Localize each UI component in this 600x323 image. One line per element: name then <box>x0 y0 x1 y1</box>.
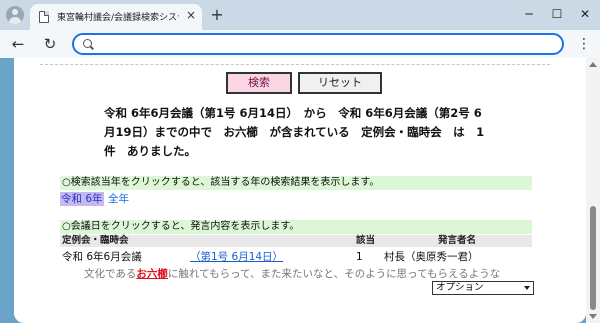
browser-menu-icon[interactable]: ⋮ <box>574 34 594 54</box>
scrollbar-thumb[interactable] <box>590 206 596 310</box>
minimize-button[interactable]: ─ <box>516 4 542 24</box>
page-content: 検索 リセット 令和 6年6月会議（第1号 6月14日） から 令和 6年6月会… <box>14 58 586 323</box>
year-section-instruction: ○検索該当年をクリックすると、該当する年の検索結果を表示します。 <box>60 176 532 190</box>
back-button[interactable]: ← <box>8 34 28 54</box>
scroll-down-arrow-icon[interactable] <box>589 314 597 319</box>
column-header-session: 定例会・臨時会 <box>62 235 129 246</box>
tab-strip: 東宮輪村議会/会議録検索システム × + ─ ☐ ✕ <box>0 0 600 30</box>
option-select-value: オプション <box>436 282 484 293</box>
divider <box>40 64 550 65</box>
scroll-up-arrow-icon[interactable] <box>589 62 597 67</box>
address-input[interactable] <box>100 37 550 51</box>
option-select[interactable]: オプション <box>432 281 534 295</box>
reset-button[interactable]: リセット <box>298 72 382 94</box>
meeting-date-link[interactable]: （第1号 6月14日） <box>190 249 283 265</box>
year-link-all[interactable]: 全年 <box>108 192 129 206</box>
results-section-instruction: ○会議日をクリックすると、発言内容を表示します。 <box>60 220 532 234</box>
profile-avatar-icon[interactable] <box>6 6 24 24</box>
tab-close-icon[interactable]: × <box>184 8 198 22</box>
browser-chrome: 東宮輪村議会/会議録検索システム × + ─ ☐ ✕ ← ↻ ⋮ <box>0 0 600 58</box>
browser-toolbar: ← ↻ ⋮ <box>0 30 600 58</box>
year-link-current[interactable]: 令和 6年 <box>60 192 104 206</box>
table-row: 令和 6年6月会議 （第1号 6月14日） 1 村長（奥原秀一君） <box>60 249 532 265</box>
chevron-down-icon <box>524 286 530 290</box>
maximize-button[interactable]: ☐ <box>544 4 570 24</box>
results-table-header: 定例会・臨時会 該当 発言者名 <box>60 235 532 247</box>
document-icon <box>39 11 49 23</box>
tab-title: 東宮輪村議会/会議録検索システム <box>57 13 179 23</box>
column-header-hits: 該当 <box>356 235 376 246</box>
search-icon <box>83 39 94 50</box>
reload-button[interactable]: ↻ <box>40 34 60 54</box>
search-result-summary: 令和 6年6月会議（第1号 6月14日） から 令和 6年6月会議（第2号 6月… <box>104 106 485 158</box>
snippet-text-before: 文化である <box>84 268 137 280</box>
address-bar[interactable] <box>72 33 564 55</box>
search-button[interactable]: 検索 <box>226 72 292 94</box>
page-viewport: 検索 リセット 令和 6年6月会議（第1号 6月14日） から 令和 6年6月会… <box>0 58 600 323</box>
result-snippet: 文化であるお六櫛に触れてもらって、また来たいなと、そのように思ってもらえるような <box>84 266 540 282</box>
vertical-scrollbar[interactable] <box>586 58 600 323</box>
session-name: 令和 6年6月会議 <box>62 251 142 263</box>
close-window-button[interactable]: ✕ <box>572 4 598 24</box>
column-header-speaker: 発言者名 <box>438 235 477 246</box>
hit-count: 1 <box>356 251 363 263</box>
snippet-text-after: に触れてもらって、また来たいなと、そのように思ってもらえるような <box>167 268 501 280</box>
snippet-keyword: お六櫛 <box>136 268 168 280</box>
speaker-name: 村長（奥原秀一君） <box>384 251 479 263</box>
new-tab-button[interactable]: + <box>208 6 226 24</box>
browser-tab-active[interactable]: 東宮輪村議会/会議録検索システム × <box>30 4 202 30</box>
